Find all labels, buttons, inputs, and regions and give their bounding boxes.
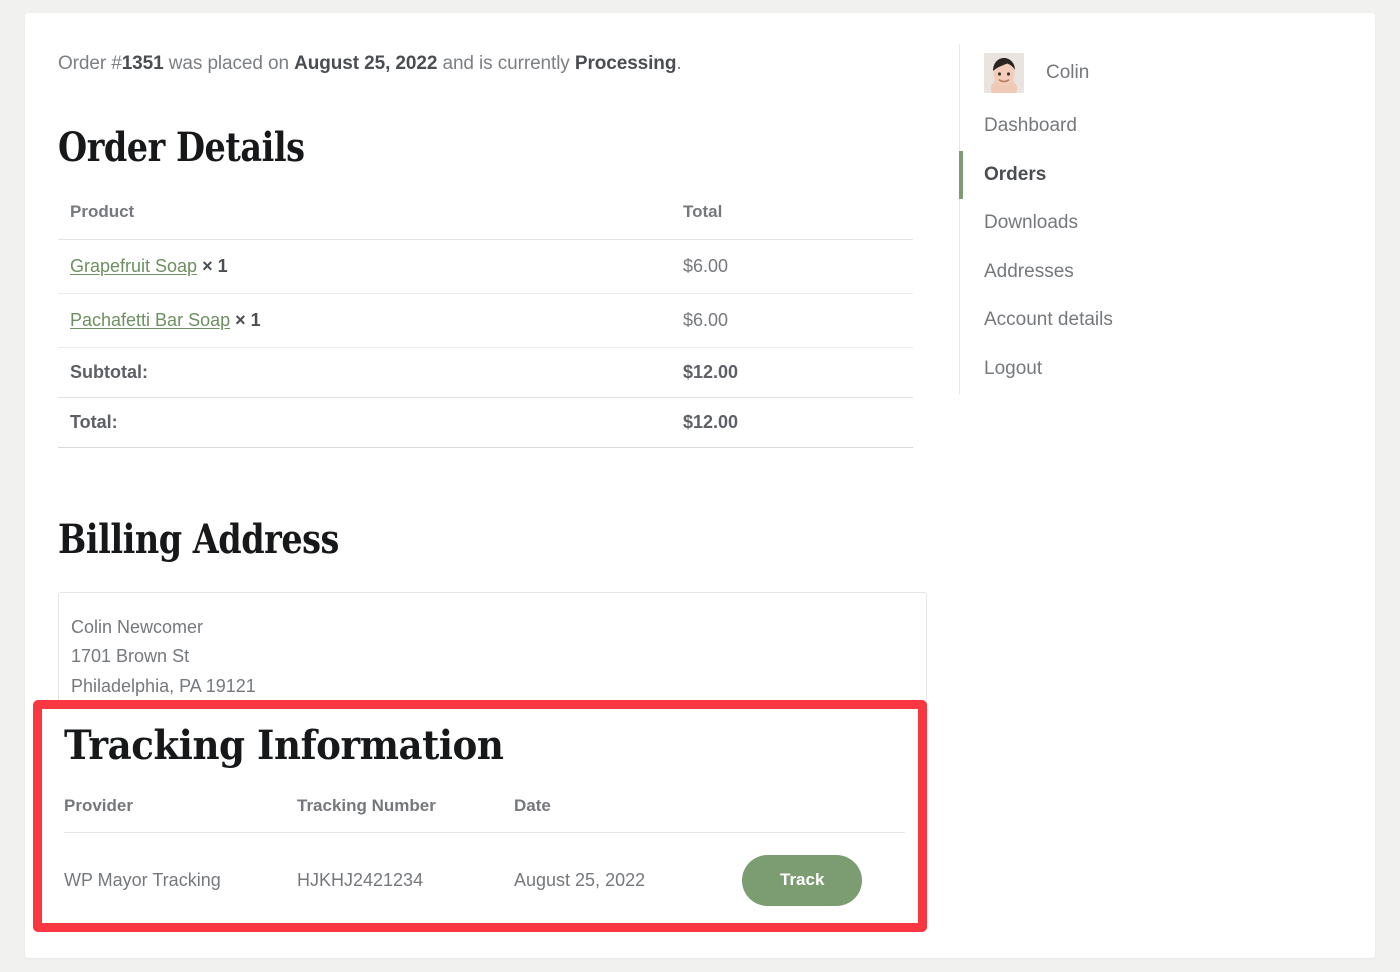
product-link[interactable]: Grapefruit Soap: [70, 256, 197, 276]
order-date: August 25, 2022: [294, 53, 438, 74]
order-status-prefix: Order #: [58, 53, 122, 74]
billing-address-heading: Billing Address: [58, 515, 339, 563]
account-page-card: Order #1351 was placed on August 25, 202…: [25, 13, 1375, 958]
order-status-middle-2: and is currently: [437, 53, 575, 74]
order-column-product: Product: [58, 201, 671, 240]
order-table-header-row: Product Total: [58, 201, 913, 240]
total-row: Total: $12.00: [58, 397, 913, 448]
billing-address-line: Philadelphia, PA 19121: [71, 675, 256, 696]
product-quantity: × 1: [202, 255, 228, 276]
table-row: WP Mayor Tracking HJKHJ2421234 August 25…: [64, 833, 905, 928]
product-link[interactable]: Pachafetti Bar Soap: [70, 310, 230, 330]
tracking-table: Provider Tracking Number Date WP Mayor T…: [64, 796, 905, 928]
order-number: 1351: [121, 53, 164, 74]
order-status-suffix: .: [676, 53, 682, 74]
tracking-date: August 25, 2022: [514, 869, 646, 890]
order-details-heading: Order Details: [58, 123, 305, 171]
tracking-information-heading: Tracking Information: [64, 722, 504, 769]
tracking-information-section: Tracking Information Provider Tracking N…: [64, 726, 909, 928]
user-photo-avatar-icon: [984, 53, 1024, 93]
order-main-content: Order #1351 was placed on August 25, 202…: [58, 44, 944, 754]
sidebar-item-orders[interactable]: Orders: [959, 150, 1289, 200]
order-status-badge: Processing: [574, 53, 677, 74]
order-item-total: $6.00: [671, 239, 913, 294]
tracking-information-highlight: Tracking Information Provider Tracking N…: [33, 700, 927, 932]
sidebar-item-label: Orders: [984, 163, 1047, 185]
sidebar-item-label: Logout: [984, 357, 1043, 379]
order-details-table: Product Total Grapefruit Soap × 1 $6.00 …: [58, 201, 913, 448]
account-user: Colin: [960, 44, 1289, 102]
sidebar-item-dashboard[interactable]: Dashboard: [960, 102, 1289, 151]
order-status-line: Order #1351 was placed on August 25, 202…: [58, 44, 944, 79]
subtotal-value: $12.00: [671, 347, 913, 398]
billing-address-line: Colin Newcomer: [71, 616, 204, 637]
order-status-middle: was placed on: [163, 53, 295, 74]
order-column-total: Total: [671, 201, 913, 240]
tracking-column-number: Tracking Number: [297, 796, 514, 833]
tracking-provider: WP Mayor Tracking: [64, 869, 221, 890]
sidebar-item-label: Downloads: [984, 212, 1078, 234]
sidebar-item-logout[interactable]: Logout: [960, 345, 1289, 394]
tracking-number: HJKHJ2421234: [297, 869, 424, 890]
subtotal-label: Subtotal:: [58, 347, 671, 398]
subtotal-row: Subtotal: $12.00: [58, 347, 913, 398]
tracking-column-provider: Provider: [64, 796, 297, 833]
table-row: Grapefruit Soap × 1 $6.00: [58, 239, 913, 294]
tracking-header-row: Provider Tracking Number Date: [64, 796, 905, 833]
sidebar-item-account-details[interactable]: Account details: [960, 296, 1289, 345]
table-row: Pachafetti Bar Soap × 1 $6.00: [58, 293, 913, 348]
order-item-total: $6.00: [671, 293, 913, 348]
total-value: $12.00: [671, 397, 913, 448]
sidebar-item-label: Dashboard: [984, 115, 1077, 137]
tracking-column-date: Date: [514, 796, 742, 833]
sidebar-item-downloads[interactable]: Downloads: [960, 199, 1289, 248]
account-navigation: Colin Dashboard Orders Downloads Address…: [959, 44, 1289, 394]
sidebar-item-label: Addresses: [984, 260, 1074, 282]
sidebar-item-label: Account details: [984, 309, 1113, 331]
billing-address-line: 1701 Brown St: [71, 646, 190, 666]
order-item-cell: Pachafetti Bar Soap × 1: [58, 293, 671, 348]
track-button[interactable]: Track: [742, 855, 863, 906]
total-label: Total:: [58, 397, 671, 448]
account-user-name: Colin: [1046, 62, 1090, 83]
product-quantity: × 1: [235, 309, 261, 330]
order-item-cell: Grapefruit Soap × 1: [58, 239, 671, 294]
tracking-column-action: [742, 796, 905, 833]
tracking-action-cell: Track: [742, 833, 905, 928]
sidebar-item-addresses[interactable]: Addresses: [960, 248, 1289, 297]
